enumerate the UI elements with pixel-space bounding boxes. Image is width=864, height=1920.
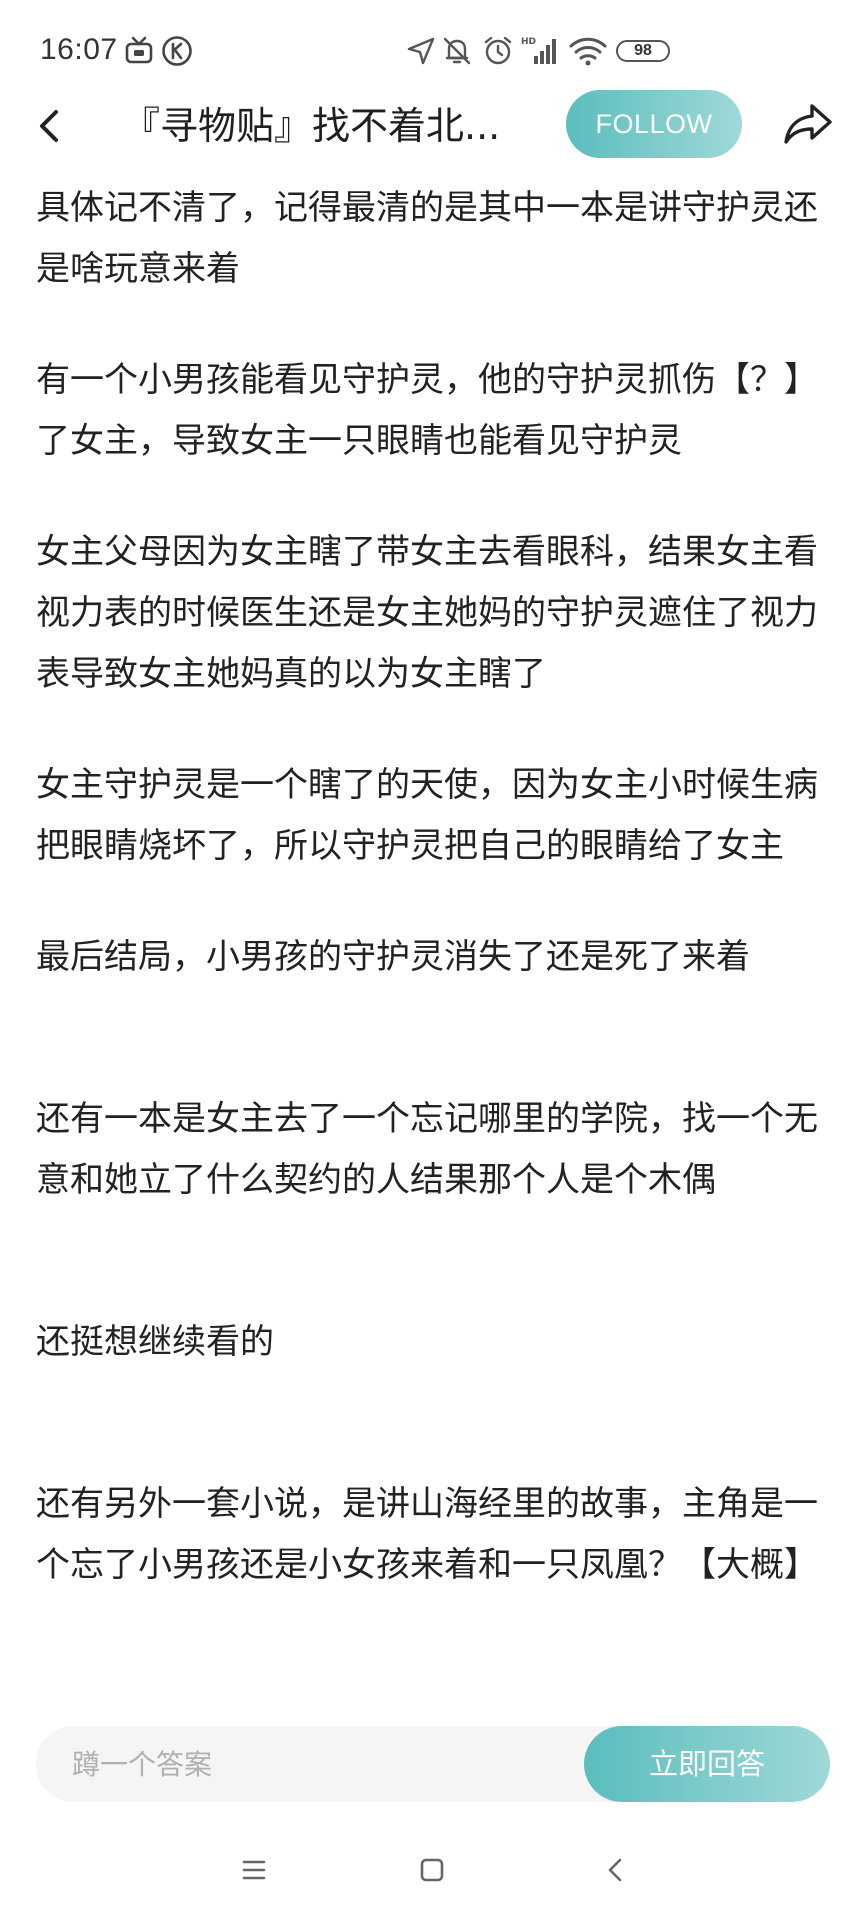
- battery-icon: 98: [616, 40, 670, 62]
- share-icon[interactable]: [780, 96, 836, 152]
- paragraph-3: 女主父母因为女主瞎了带女主去看眼科，结果女主看视力表的时候医生还是女主她妈的守护…: [36, 532, 818, 694]
- paragraph-1: 具体记不清了，记得最清的是其中一本是讲守护灵还是啥玩意来着: [36, 188, 818, 289]
- header: 『寻物贴』找不着北... FOLLOW: [0, 82, 864, 170]
- post-content: 具体记不清了，记得最清的是其中一本是讲守护灵还是啥玩意来着 有一个小男孩能看见守…: [36, 178, 822, 1716]
- back-arrow-icon[interactable]: [24, 100, 76, 152]
- k-icon: [160, 34, 194, 68]
- paragraph-5: 最后结局，小男孩的守护灵消失了还是死了来着: [36, 937, 750, 977]
- menu-icon[interactable]: [230, 1846, 278, 1894]
- status-time: 16:07: [40, 33, 118, 66]
- home-icon[interactable]: [408, 1846, 456, 1894]
- paragraph-4: 女主守护灵是一个瞎了的天使，因为女主小时候生病把眼睛烧坏了，所以守护灵把自己的眼…: [36, 765, 818, 866]
- tv-icon: [122, 34, 156, 68]
- paragraph-8: 还有另外一套小说，是讲山海经里的故事，主角是一个忘了小男孩还是小女孩来着和一只凤…: [36, 1484, 818, 1585]
- follow-button[interactable]: FOLLOW: [566, 90, 742, 158]
- answer-bar: 立即回答: [0, 1716, 864, 1826]
- hd-signal-icon: HD: [520, 34, 560, 68]
- svg-text:HD: HD: [521, 37, 536, 47]
- mute-icon: [440, 34, 474, 68]
- system-nav-bar: [0, 1826, 864, 1920]
- paragraph-6: 还有一本是女主去了一个忘记哪里的学院，找一个无意和她立了什么契约的人结果那个人是…: [36, 1099, 818, 1200]
- location-icon: [404, 34, 438, 68]
- answer-now-button[interactable]: 立即回答: [584, 1726, 830, 1802]
- paragraph-7: 还挺想继续看的: [36, 1322, 274, 1362]
- wifi-icon: [568, 34, 608, 68]
- back-icon[interactable]: [592, 1846, 640, 1894]
- paragraph-2: 有一个小男孩能看见守护灵，他的守护灵抓伤【？】了女主，导致女主一只眼睛也能看见守…: [36, 360, 818, 461]
- page-title: 『寻物贴』找不着北...: [122, 104, 501, 148]
- alarm-icon: [481, 34, 515, 68]
